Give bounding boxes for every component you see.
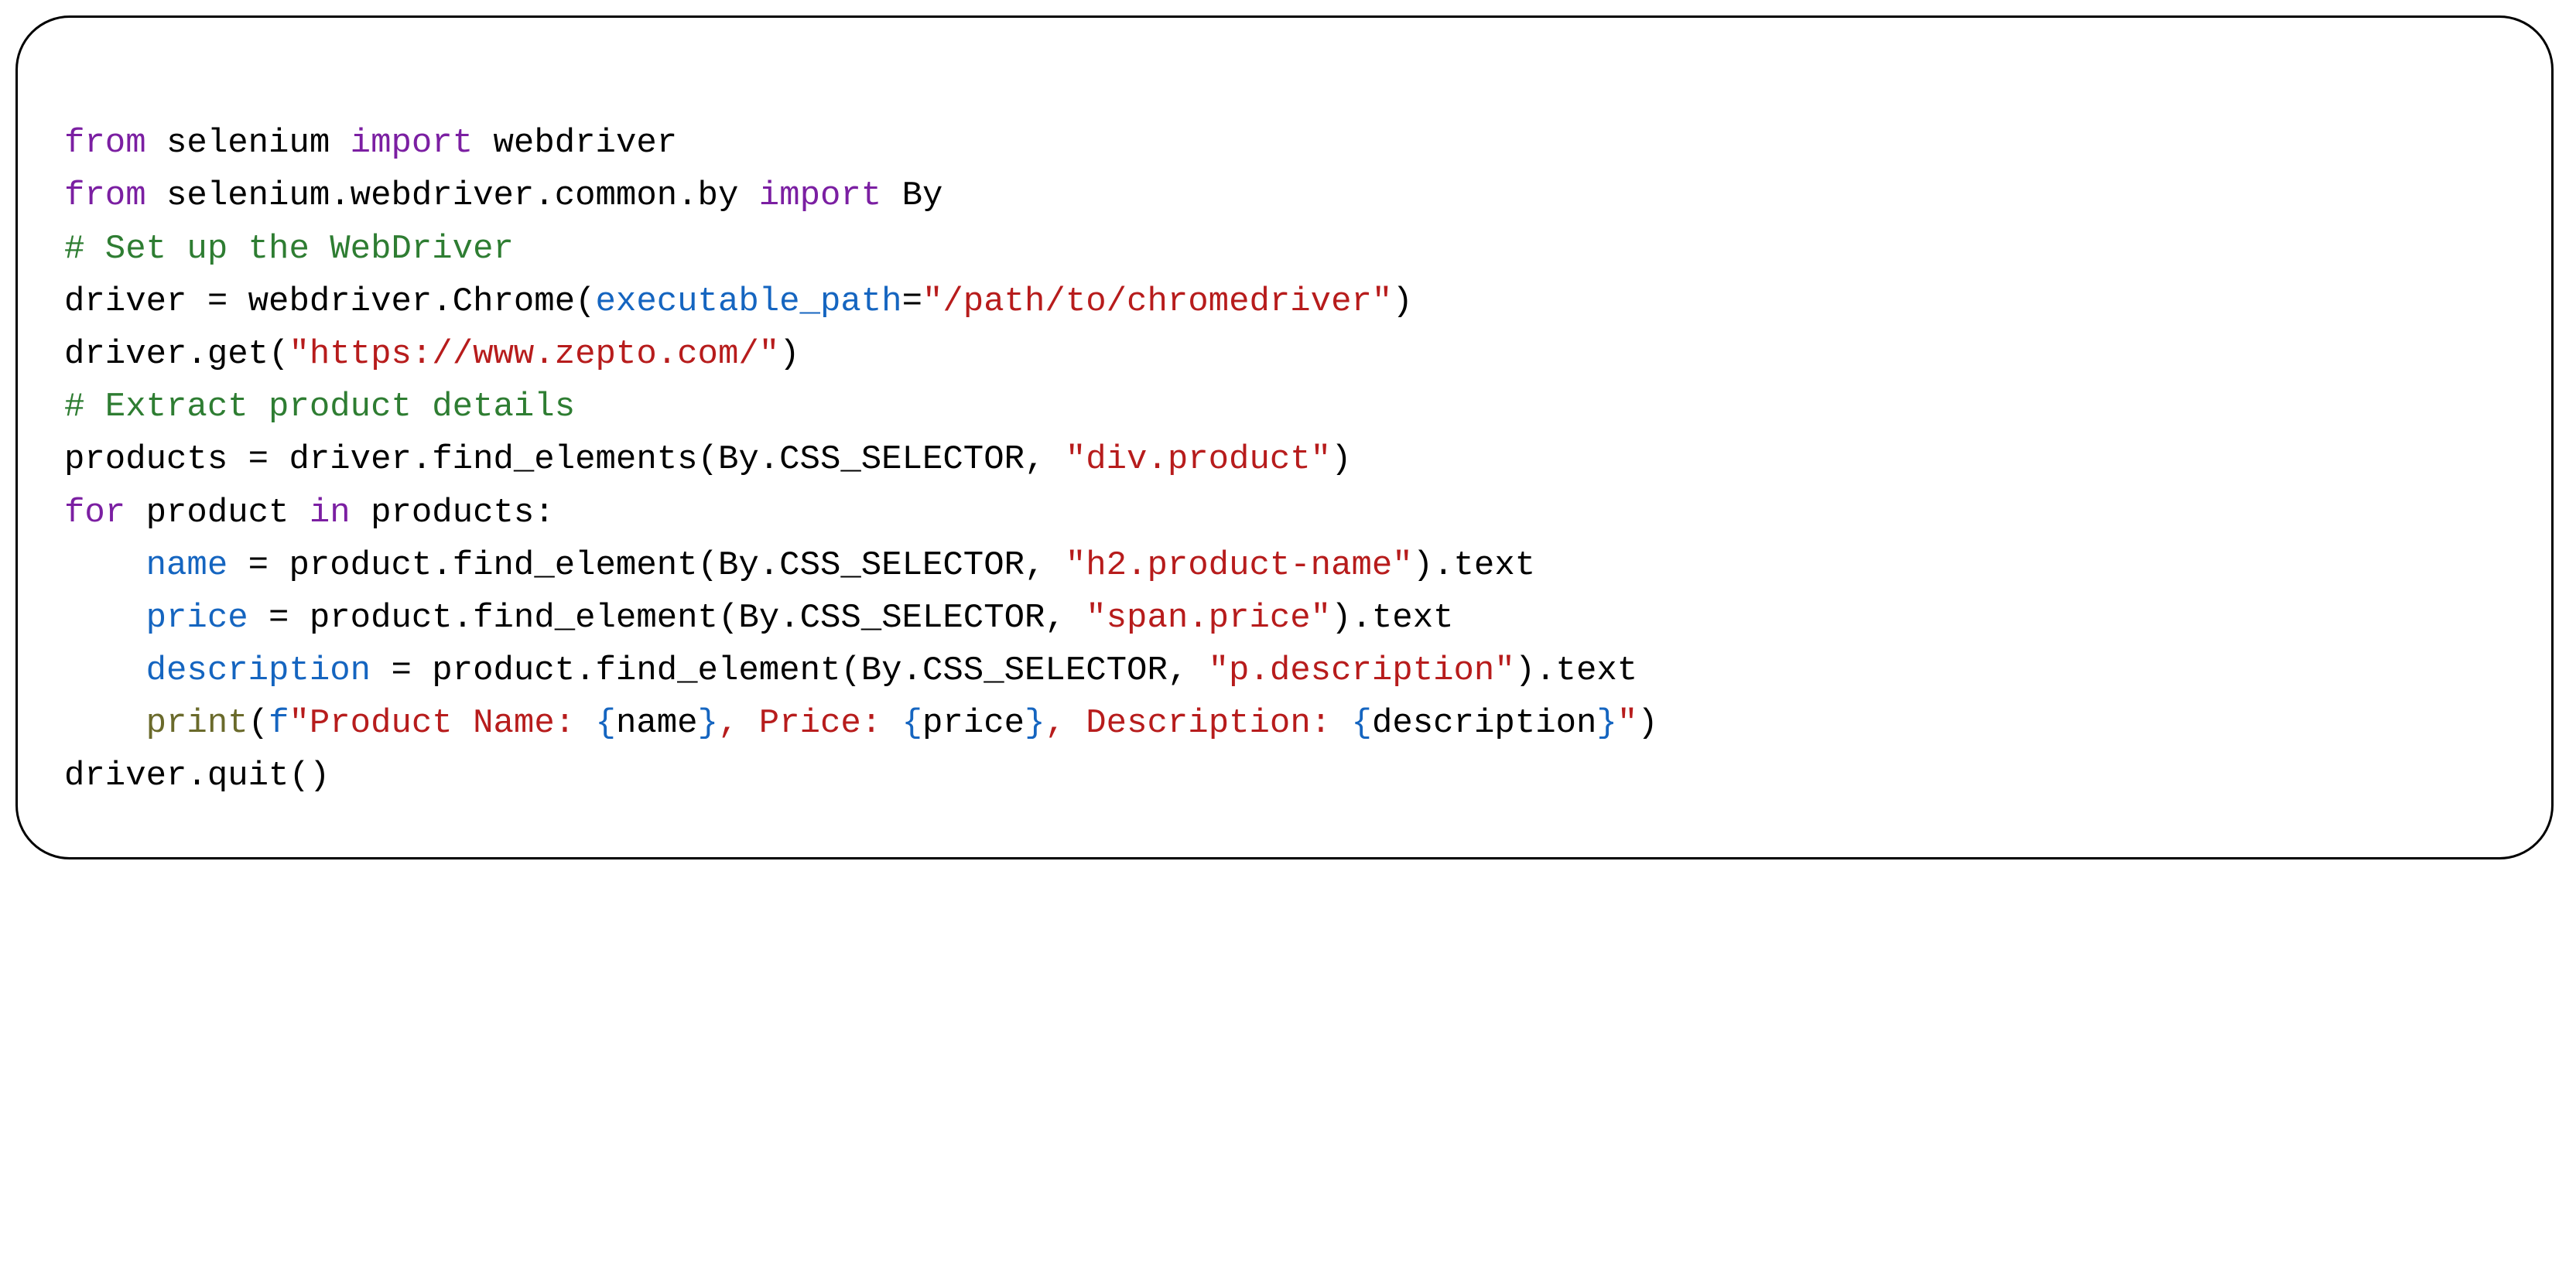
code-text: ).text [1413,546,1535,585]
code-text: = product.find_element(By.CSS_SELECTOR, [227,546,1066,585]
keyword-in: in [310,494,351,532]
code-block: from selenium import webdriver from sele… [15,15,2554,859]
keyword-from: from [64,124,146,162]
code-text: = product.find_element(By.CSS_SELECTOR, [248,599,1086,637]
var-name: name [146,546,228,585]
var-name: price [146,599,248,637]
code-line-5: driver.get("https://www.zepto.com/") [64,335,800,374]
fstring-expr: name [616,704,698,743]
fstring-expr: price [922,704,1025,743]
brace-open: { [902,704,922,743]
code-text: driver.quit() [64,757,330,795]
code-text: ).text [1331,599,1453,637]
code-line-12: print(f"Product Name: {name}, Price: {pr… [64,704,1658,743]
paren-open: ( [248,704,269,743]
module-name: webdriver [473,124,677,162]
code-line-10: price = product.find_element(By.CSS_SELE… [64,599,1454,637]
quote: " [1617,704,1637,743]
loop-var: product [125,494,310,532]
string-literal: "p.description" [1209,651,1515,690]
keyword-from: from [64,176,146,215]
code-line-9: name = product.find_element(By.CSS_SELEC… [64,546,1535,585]
code-text: driver = webdriver.Chrome( [64,282,596,321]
code-line-8: for product in products: [64,494,555,532]
param-name: executable_path [596,282,902,321]
string-literal: "/path/to/chromedriver" [922,282,1392,321]
fstring-text: , Description: [1045,704,1351,743]
quote: " [289,704,309,743]
brace-open: { [1352,704,1372,743]
fstring-expr: description [1372,704,1596,743]
keyword-import: import [759,176,881,215]
code-line-11: description = product.find_element(By.CS… [64,651,1637,690]
paren-close: ) [1392,282,1412,321]
fstring-text: Product Name: [310,704,596,743]
code-line-1: from selenium import webdriver [64,124,677,162]
brace-close: } [1025,704,1045,743]
paren-close: ) [1637,704,1657,743]
paren-close: ) [1331,440,1351,479]
string-literal: "span.price" [1086,599,1331,637]
code-line-3: # Set up the WebDriver [64,230,514,268]
code-text: = product.find_element(By.CSS_SELECTOR, [371,651,1209,690]
keyword-import: import [351,124,473,162]
code-line-7: products = driver.find_elements(By.CSS_S… [64,440,1351,479]
code-text: ).text [1515,651,1637,690]
keyword-for: for [64,494,125,532]
fstring-text: , Price: [718,704,902,743]
var-name: description [146,651,371,690]
brace-open: { [596,704,616,743]
brace-close: } [1596,704,1616,743]
module-name: selenium [146,124,351,162]
comment: # Set up the WebDriver [64,230,514,268]
code-text: products: [351,494,555,532]
code-line-6: # Extract product details [64,388,575,426]
builtin-print: print [146,704,248,743]
paren-close: ) [779,335,799,374]
comment: # Extract product details [64,388,575,426]
f-prefix: f [269,704,289,743]
code-text: products = driver.find_elements(By.CSS_S… [64,440,1066,479]
module-name: By [881,176,942,215]
code-line-2: from selenium.webdriver.common.by import… [64,176,942,215]
code-line-13: driver.quit() [64,757,330,795]
equals: = [902,282,922,321]
string-literal: "h2.product-name" [1066,546,1413,585]
code-text: driver.get( [64,335,289,374]
code-line-4: driver = webdriver.Chrome(executable_pat… [64,282,1413,321]
string-literal: "div.product" [1066,440,1331,479]
string-literal: "https://www.zepto.com/" [289,335,779,374]
brace-close: } [698,704,718,743]
module-name: selenium.webdriver.common.by [146,176,759,215]
